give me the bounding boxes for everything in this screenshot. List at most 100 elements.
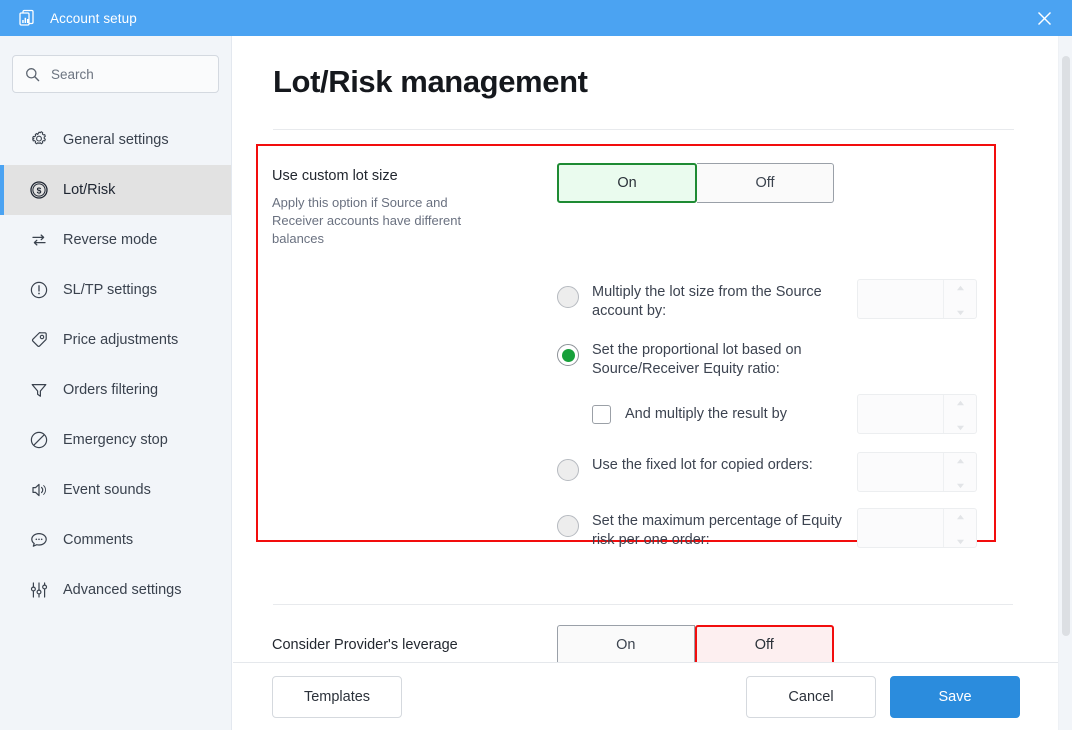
fixed-lot-value — [858, 453, 943, 491]
dollar-circle-icon: $ — [28, 179, 50, 201]
max-equity-risk-input[interactable] — [857, 508, 977, 548]
multiply-source-input[interactable] — [857, 279, 977, 319]
and-multiply-value — [858, 395, 943, 433]
radio-option-fixed-lot: Use the fixed lot for copied orders: — [557, 452, 977, 492]
sidebar-item-price-adjustments[interactable]: Price adjustments — [0, 315, 231, 365]
sidebar-item-label: Emergency stop — [63, 432, 168, 448]
radio-option-label: Set the maximum percentage of Equity ris… — [592, 513, 842, 548]
provider-leverage-section: Consider Provider's leverage On Off — [272, 625, 977, 665]
and-multiply-checkbox[interactable] — [592, 404, 611, 424]
sidebar-item-label: Orders filtering — [63, 382, 159, 398]
custom-lot-toggle-on[interactable]: On — [557, 163, 697, 203]
footer-bar: Templates Cancel Save — [233, 662, 1072, 730]
provider-leverage-toggle-off[interactable]: Off — [694, 625, 834, 665]
sidebar-item-advanced-settings[interactable]: Advanced settings — [0, 565, 231, 615]
provider-leverage-label: Consider Provider's leverage — [272, 637, 458, 653]
sidebar-item-emergency-stop[interactable]: Emergency stop — [0, 415, 231, 465]
sidebar-item-orders-filtering[interactable]: Orders filtering — [0, 365, 231, 415]
ban-icon — [28, 429, 50, 451]
search-input[interactable]: Search — [12, 55, 219, 93]
page-title: Lot/Risk management — [273, 64, 588, 99]
radio-option-multiply-source: Multiply the lot size from the Source ac… — [557, 279, 977, 321]
funnel-icon — [28, 379, 50, 401]
sidebar-item-label: Reverse mode — [63, 232, 158, 248]
sub-option-wrap: And multiply the result by — [557, 394, 977, 434]
sidebar-item-comments[interactable]: Comments — [0, 515, 231, 565]
custom-lot-label-col: Use custom lot size Apply this option if… — [272, 163, 557, 248]
comment-bubble-icon — [28, 529, 50, 551]
lot-mode-radio-group: Multiply the lot size from the Source ac… — [557, 279, 977, 550]
radio-option-label: Use the fixed lot for copied orders: — [592, 457, 813, 473]
search-placeholder: Search — [51, 66, 94, 82]
max-equity-risk-stepper — [943, 509, 976, 547]
main-content: Lot/Risk management Use custom lot size … — [233, 36, 1059, 730]
chevron-down-icon[interactable] — [956, 303, 965, 321]
title-divider — [273, 129, 1014, 130]
chevron-up-icon[interactable] — [956, 451, 965, 469]
custom-lot-toggle-off[interactable]: Off — [697, 163, 834, 203]
section-divider — [273, 604, 1013, 605]
radio-multiply-source[interactable] — [557, 286, 579, 308]
radio-option-proportional: Set the proportional lot based on Source… — [557, 337, 977, 379]
multiply-source-stepper — [943, 280, 976, 318]
close-icon[interactable] — [1016, 0, 1072, 36]
swap-arrows-icon — [28, 229, 50, 251]
custom-lot-description: Apply this option if Source and Receiver… — [272, 195, 462, 246]
radio-option-label: Set the proportional lot based on Source… — [592, 342, 802, 377]
provider-leverage-toggle-on[interactable]: On — [557, 625, 695, 665]
search-container: Search — [0, 36, 231, 93]
sidebar-item-label: Lot/Risk — [63, 182, 116, 198]
sidebar: Search General settings $ Lot/Risk Rever… — [0, 36, 232, 730]
vertical-scrollbar[interactable] — [1058, 36, 1072, 730]
sidebar-item-label: SL/TP settings — [63, 282, 158, 298]
fixed-lot-input[interactable] — [857, 452, 977, 492]
title-bar: Account setup — [0, 0, 1072, 36]
multiply-source-value — [858, 280, 943, 318]
tag-icon — [28, 329, 50, 351]
radio-fixed-lot[interactable] — [557, 459, 579, 481]
chevron-up-icon[interactable] — [956, 507, 965, 525]
window-title: Account setup — [50, 10, 137, 26]
speaker-icon — [28, 479, 50, 501]
radio-option-label: Multiply the lot size from the Source ac… — [592, 284, 822, 319]
cancel-button[interactable]: Cancel — [746, 675, 876, 718]
radio-max-equity-risk[interactable] — [557, 515, 579, 537]
sidebar-item-label: General settings — [63, 132, 169, 148]
provider-leverage-toggle: On Off — [557, 625, 834, 665]
exclamation-circle-icon — [28, 279, 50, 301]
chevron-down-icon[interactable] — [956, 476, 965, 494]
max-equity-risk-value — [858, 509, 943, 547]
custom-lot-section: Use custom lot size Apply this option if… — [272, 163, 977, 550]
scrollbar-thumb[interactable] — [1062, 56, 1070, 636]
sidebar-nav: General settings $ Lot/Risk Reverse mode… — [0, 115, 231, 615]
and-multiply-stepper — [943, 395, 976, 433]
chevron-up-icon[interactable] — [956, 393, 965, 411]
sliders-icon — [28, 579, 50, 601]
and-multiply-input[interactable] — [857, 394, 977, 434]
save-button[interactable]: Save — [890, 675, 1020, 718]
sidebar-item-reverse-mode[interactable]: Reverse mode — [0, 215, 231, 265]
sidebar-item-label: Advanced settings — [63, 582, 182, 598]
radio-proportional-equity[interactable] — [557, 344, 579, 366]
sidebar-item-event-sounds[interactable]: Event sounds — [0, 465, 231, 515]
sidebar-item-label: Price adjustments — [63, 332, 179, 348]
chevron-down-icon[interactable] — [956, 532, 965, 550]
custom-lot-header-row: Use custom lot size Apply this option if… — [272, 163, 977, 248]
custom-lot-toggle: On Off — [557, 163, 834, 203]
chevron-down-icon[interactable] — [956, 418, 965, 436]
sidebar-item-label: Event sounds — [63, 482, 151, 498]
sidebar-item-lot-risk[interactable]: $ Lot/Risk — [0, 165, 231, 215]
radio-option-max-equity-risk: Set the maximum percentage of Equity ris… — [557, 508, 977, 550]
sidebar-item-label: Comments — [63, 532, 134, 548]
gear-icon — [28, 129, 50, 151]
account-setup-window: Account setup Search General settings $ … — [0, 0, 1072, 730]
and-multiply-label: And multiply the result by — [625, 406, 787, 422]
sidebar-item-general-settings[interactable]: General settings — [0, 115, 231, 165]
custom-lot-label: Use custom lot size — [272, 168, 398, 184]
provider-leverage-label-col: Consider Provider's leverage — [272, 637, 557, 653]
fixed-lot-stepper — [943, 453, 976, 491]
search-icon — [25, 67, 40, 82]
templates-button[interactable]: Templates — [272, 675, 402, 718]
chevron-up-icon[interactable] — [956, 278, 965, 296]
sidebar-item-sl-tp-settings[interactable]: SL/TP settings — [0, 265, 231, 315]
